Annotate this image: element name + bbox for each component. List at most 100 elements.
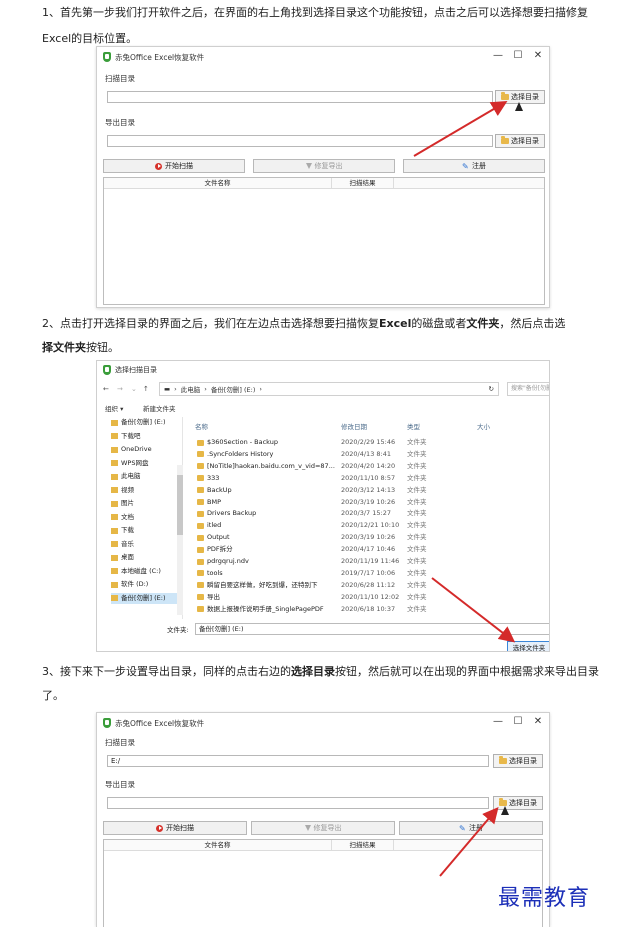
up-icon[interactable]: ↑ — [143, 385, 149, 393]
col-scan-result[interactable]: 扫描结果 — [332, 840, 394, 850]
scan-dir-input[interactable] — [107, 91, 493, 103]
app-window-2: 赤兔Office Excel恢复软件 — ☐ ✕ 扫描目录 E:/ 选择目录 导… — [96, 712, 550, 927]
close-icon[interactable]: ✕ — [531, 715, 545, 729]
start-scan-button[interactable]: 开始扫描 — [103, 159, 245, 173]
col-file-name[interactable]: 文件名称 — [104, 178, 332, 188]
nav-tree: 备份[勿删] (E:) 下载吧 OneDrive WPS网盘此电脑视频图片文档下载音乐… — [97, 417, 183, 619]
result-table: 文件名称 扫描结果 — [103, 177, 545, 305]
refresh-icon[interactable]: ↻ — [489, 385, 494, 393]
file-row[interactable]: itled 2020/12/21 10:10 文件夹 — [187, 520, 547, 531]
tree-item[interactable]: 下载吧 — [111, 431, 181, 442]
tree-item[interactable]: 备份[勿删] (E:) — [111, 592, 181, 604]
new-folder-button[interactable]: 新建文件夹 — [143, 403, 176, 413]
step3-text: 3、接下来下一步设置导出目录，同样的点击右边的选择目录按钮，然后就可以在出现的界… — [42, 665, 599, 702]
tree-item[interactable]: 文档 — [111, 512, 181, 523]
folder-icon — [501, 136, 509, 144]
folder-label: 文件夹: — [167, 626, 189, 634]
export-dir-input[interactable] — [107, 135, 493, 147]
scan-dir-input[interactable]: E:/ — [107, 755, 489, 767]
col-size[interactable]: 大小 — [477, 421, 490, 431]
tree-item[interactable]: 下载 — [111, 525, 181, 536]
tree-folder-icon — [111, 595, 118, 601]
tree-item[interactable]: 图片 — [111, 498, 181, 509]
file-row[interactable]: .SyncFolders History 2020/4/13 8:41 文件夹 — [187, 449, 547, 460]
organize-button[interactable]: 组织 ▾ — [105, 403, 123, 413]
export-pick-button[interactable]: 选择目录 — [495, 134, 545, 148]
download-icon — [304, 825, 311, 831]
maximize-icon[interactable]: ☐ — [511, 49, 525, 63]
address-bar[interactable]: ▬ › 此电脑 › 备份[勿删] (E:) › ↻ — [159, 382, 499, 396]
tree-item[interactable]: 桌面 — [111, 552, 181, 563]
folder-icon — [197, 463, 204, 470]
result-table: 文件名称 扫描结果 — [103, 839, 543, 927]
scan-pick-button[interactable]: 选择目录 — [493, 754, 543, 768]
fix-export-button[interactable]: 修复导出 — [251, 821, 395, 835]
minimize-icon[interactable]: — — [491, 49, 505, 63]
folder-icon — [197, 606, 204, 613]
tree-folder-icon — [111, 500, 118, 507]
file-row[interactable]: BMP 2020/3/19 10:26 文件夹 — [187, 497, 547, 508]
search-input[interactable]: 搜索"备份[勿删] (E:)" — [507, 382, 549, 396]
file-row[interactable]: 导出 2020/11/10 12:02 文件夹 — [187, 592, 547, 603]
file-list: $360Section - Backup 2020/2/29 15:46 文件夹 .S… — [187, 437, 549, 617]
app-logo-icon — [103, 365, 111, 375]
forward-icon[interactable]: → — [117, 385, 123, 393]
download-icon — [305, 163, 312, 169]
file-row[interactable]: Drivers Backup 2020/3/7 15:27 文件夹 — [187, 508, 547, 519]
tree-item[interactable]: WPS网盘 — [111, 458, 181, 469]
dialog-title: 选择扫描目录 — [115, 366, 157, 374]
file-row[interactable]: $360Section - Backup 2020/2/29 15:46 文件夹 — [187, 437, 547, 448]
tree-folder-icon — [111, 487, 118, 493]
app-logo-icon — [103, 52, 111, 62]
tree-item[interactable]: 音乐 — [111, 539, 181, 550]
register-button[interactable]: ✎ 注册 — [399, 821, 543, 835]
key-icon: ✎ — [459, 823, 466, 833]
tree-folder-icon — [111, 541, 118, 547]
folder-icon — [501, 92, 509, 100]
tree-item[interactable]: OneDrive — [111, 444, 181, 455]
dialog-titlebar: 选择扫描目录 — [97, 361, 549, 379]
file-row[interactable]: Output 2020/3/19 10:26 文件夹 — [187, 532, 547, 543]
folder-input[interactable]: 备份[勿删] (E:) — [195, 623, 549, 635]
file-row[interactable]: 数据上报操作说明手册_SinglePagePDF 2020/6/18 10:37 文… — [187, 604, 547, 615]
export-dir-input[interactable] — [107, 797, 489, 809]
tree-folder-icon — [111, 514, 118, 520]
recent-icon[interactable]: ⌄ — [131, 385, 137, 393]
col-scan-result[interactable]: 扫描结果 — [332, 178, 394, 188]
window-title: 赤兔Office Excel恢复软件 — [115, 718, 205, 728]
tree-item[interactable]: 视频 — [111, 485, 181, 496]
close-icon[interactable]: ✕ — [531, 49, 545, 63]
file-row[interactable]: BackUp 2020/3/12 14:13 文件夹 — [187, 485, 547, 496]
file-row[interactable]: [NoTitle]haokan.baidu.com_v_vid=87... 202… — [187, 461, 547, 472]
tree-item[interactable]: 本地磁盘 (C:) — [111, 566, 181, 577]
tree-folder-icon — [111, 581, 118, 588]
file-row[interactable]: PDF拆分 2020/4/17 10:46 文件夹 — [187, 544, 547, 555]
minimize-icon[interactable]: — — [491, 715, 505, 729]
file-row[interactable]: tools 2019/7/17 10:06 文件夹 — [187, 568, 547, 579]
key-icon: ✎ — [462, 161, 469, 171]
select-folder-dialog: 选择扫描目录 ← → ⌄ ↑ ▬ › 此电脑 › 备份[勿删] (E:) › ↻… — [96, 360, 550, 652]
choose-folder-button[interactable]: 选择文件夹 — [507, 641, 549, 651]
scroll-thumb[interactable] — [177, 475, 183, 535]
file-row[interactable]: 瞬留自要这样做，好吃到爆，还特别下 2020/6/28 11:12 文件夹 — [187, 580, 547, 591]
back-icon[interactable]: ← — [103, 385, 109, 393]
tree-item[interactable]: 此电脑 — [111, 471, 181, 482]
col-file-name[interactable]: 文件名称 — [104, 840, 332, 850]
watermark-text: 最需教育 — [498, 886, 591, 911]
tree-item[interactable]: 软件 (D:) — [111, 579, 181, 590]
col-date[interactable]: 修改日期 — [341, 421, 367, 431]
file-row[interactable]: pdrgqruj.ndv 2020/11/19 11:46 文件夹 — [187, 556, 547, 567]
start-scan-button[interactable]: 开始扫描 — [103, 821, 247, 835]
col-type[interactable]: 类型 — [407, 421, 420, 431]
maximize-icon[interactable]: ☐ — [511, 715, 525, 729]
tree-scrollbar[interactable] — [177, 465, 183, 615]
folder-icon — [197, 475, 204, 482]
file-row[interactable]: 333 2020/11/10 8:57 文件夹 — [187, 473, 547, 484]
fix-export-button[interactable]: 修复导出 — [253, 159, 395, 173]
mouse-cursor-icon — [515, 102, 523, 111]
tree-item[interactable]: 备份[勿删] (E:) — [111, 417, 181, 428]
register-button[interactable]: ✎ 注册 — [403, 159, 545, 173]
export-dir-label: 导出目录 — [105, 780, 135, 789]
address-row: ← → ⌄ ↑ ▬ › 此电脑 › 备份[勿删] (E:) › ↻ 搜索"备份[… — [97, 381, 549, 397]
col-name[interactable]: 名称 — [195, 421, 208, 431]
